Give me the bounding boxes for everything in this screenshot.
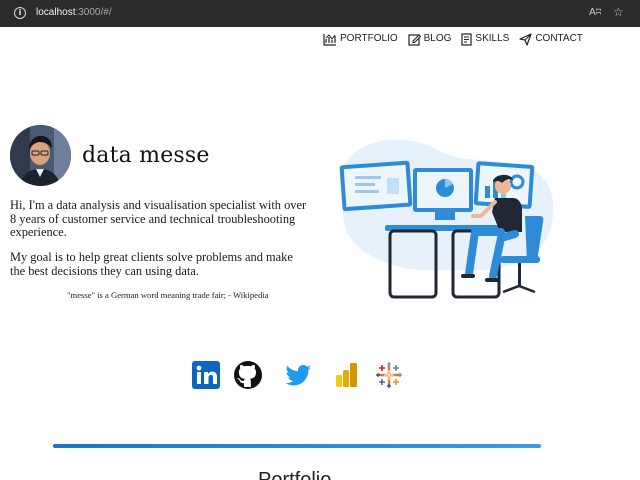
nav-item-skills[interactable]: SKILLS xyxy=(461,32,509,46)
section-divider xyxy=(53,444,541,448)
info-icon[interactable]: i xyxy=(14,7,26,19)
send-icon xyxy=(519,32,532,46)
goal-text: My goal is to help great clients solve p… xyxy=(10,250,293,278)
site-title: data messe xyxy=(82,143,210,168)
url-path: :3000/#/ xyxy=(75,7,112,18)
nav-label-portfolio: PORTFOLIO xyxy=(340,33,398,44)
portfolio-heading: Portfolio xyxy=(258,469,332,480)
url-host: localhost xyxy=(36,7,76,18)
url-field[interactable]: localhost:3000/#/ xyxy=(36,6,112,20)
twitter-icon[interactable] xyxy=(284,361,312,389)
social-links xyxy=(0,361,640,391)
nav-item-portfolio[interactable]: PORTFOLIO xyxy=(323,32,398,46)
wikipedia-quote: "messe" is a German word meaning trade f… xyxy=(67,290,269,300)
nav-item-blog[interactable]: BLOG xyxy=(408,32,452,46)
browser-address-bar: i localhost:3000/#/ Aʭ ☆ xyxy=(0,0,640,27)
nav-label-blog: BLOG xyxy=(423,33,452,44)
edit-icon xyxy=(408,33,421,46)
nav-label-skills: SKILLS xyxy=(475,33,510,44)
github-icon[interactable] xyxy=(234,361,262,389)
main-nav: PORTFOLIO BLOG SKILLS CONTACT xyxy=(323,32,583,46)
chart-icon xyxy=(323,33,336,46)
star-plus-icon[interactable]: ☆ xyxy=(613,5,624,20)
nav-item-contact[interactable]: CONTACT xyxy=(519,32,583,46)
data-analyst-illustration xyxy=(335,130,555,302)
read-aloud-icon[interactable]: Aʭ xyxy=(589,6,601,20)
tableau-icon[interactable] xyxy=(375,361,403,389)
document-icon xyxy=(461,32,473,46)
powerbi-icon[interactable] xyxy=(333,361,361,389)
nav-label-contact: CONTACT xyxy=(535,33,583,44)
avatar xyxy=(10,125,71,186)
intro-text: Hi, I'm a data analysis and visualisatio… xyxy=(10,198,307,239)
linkedin-icon[interactable] xyxy=(192,361,220,389)
